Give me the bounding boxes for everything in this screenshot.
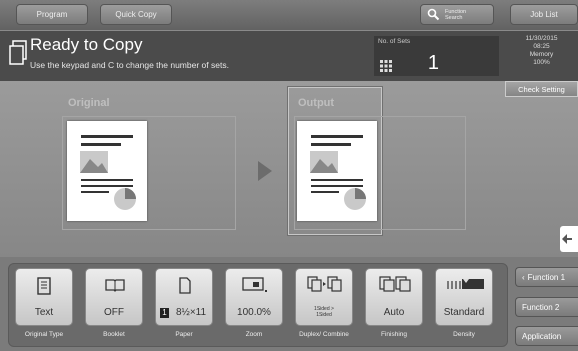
keypad-icon <box>380 60 392 72</box>
original-type-button[interactable]: Text <box>15 268 73 326</box>
memory-label: Memory <box>529 51 554 58</box>
booklet-label: Booklet <box>103 331 125 338</box>
output-label: Output <box>298 97 335 109</box>
original-type-label: Original Type <box>24 331 64 338</box>
paper-button[interactable]: 1 8½×11 <box>155 268 213 326</box>
function-1-button[interactable]: ‹ Function 1 <box>515 267 578 287</box>
date-text: 11/30/2015 <box>525 35 558 42</box>
paper-icon <box>179 277 191 294</box>
duplex-icon <box>307 276 342 292</box>
quick-copy-button[interactable]: Quick Copy <box>100 4 172 25</box>
memory-value: 100% <box>533 59 550 66</box>
arrow-left-icon <box>562 234 572 244</box>
page-subtitle: Use the keypad and C to change the numbe… <box>30 60 229 70</box>
check-setting-button[interactable]: Check Setting <box>505 81 578 97</box>
copy-icon <box>9 40 27 65</box>
time-text: 08:25 <box>533 43 550 50</box>
pie-icon <box>344 188 366 210</box>
finishing-button[interactable]: Auto <box>365 268 423 326</box>
sets-value: 1 <box>427 52 439 74</box>
original-label: Original <box>68 97 110 109</box>
function-bar: Text OFF 1 8½×11 100.0% 1Sided > 1Sided … <box>0 257 578 351</box>
zoom-button[interactable]: 100.0% <box>225 268 283 326</box>
arrow-right-icon <box>258 161 272 181</box>
density-button[interactable]: Standard <box>435 268 493 326</box>
tray-badge: 1 <box>160 308 169 318</box>
original-document-icon <box>67 121 147 221</box>
page-title: Ready to Copy <box>30 35 143 54</box>
duplex-combine-label: Duplex/ Combine <box>299 331 349 338</box>
image-icon <box>80 151 108 173</box>
function-tray: Text OFF 1 8½×11 100.0% 1Sided > 1Sided … <box>8 263 508 347</box>
finishing-icon <box>379 276 411 292</box>
preview-area: Original Output Check Setting <box>0 81 578 257</box>
paper-label: Paper <box>175 331 193 338</box>
program-button[interactable]: Program <box>16 4 88 25</box>
job-list-button[interactable]: Job List <box>510 4 578 25</box>
sets-display: No. of Sets 1 <box>374 36 499 76</box>
density-icon <box>447 279 484 289</box>
image-icon <box>310 151 338 173</box>
sets-label: No. of Sets <box>378 38 411 45</box>
function-search-button[interactable]: Function Search <box>420 4 494 25</box>
document-text-icon <box>37 277 51 295</box>
pie-icon <box>114 188 136 210</box>
zoom-icon <box>242 277 267 292</box>
expand-panel-button[interactable] <box>560 226 578 252</box>
finishing-label: Finishing <box>380 331 407 338</box>
top-bar: Program Quick Copy Function Search Job L… <box>0 0 578 30</box>
status-header: Ready to Copy Use the keypad and C to ch… <box>0 31 578 81</box>
density-label: Density <box>453 331 475 338</box>
booklet-button[interactable]: OFF <box>85 268 143 326</box>
search-icon <box>427 8 440 21</box>
device-info: 11/30/2015 08:25 Memory 100% <box>505 35 578 67</box>
output-document-icon <box>297 121 377 221</box>
duplex-combine-button[interactable]: 1Sided > 1Sided <box>295 268 353 326</box>
function-2-button[interactable]: Function 2 <box>515 297 578 317</box>
chevron-left-icon: ‹ <box>522 272 525 282</box>
book-icon <box>105 279 125 292</box>
application-button[interactable]: Application <box>515 326 578 346</box>
zoom-label: Zoom <box>245 331 263 338</box>
